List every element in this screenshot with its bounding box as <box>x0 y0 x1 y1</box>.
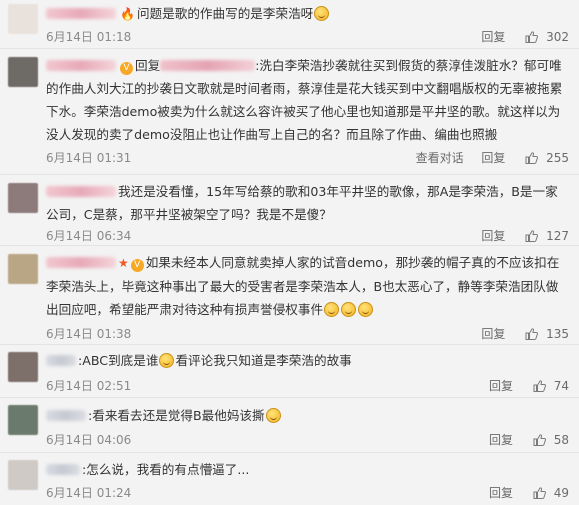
like-count: 255 <box>546 151 569 165</box>
comment-item: :看来看去还是觉得B最他妈该撕 6月14日 04:06 回复 58 <box>0 398 579 453</box>
thumbs-up-icon[interactable] <box>525 152 539 164</box>
comment-date: 6月14日 01:38 <box>46 327 132 341</box>
verified-badge-icon: V <box>120 62 133 75</box>
comment-date: 6月14日 06:34 <box>46 229 132 243</box>
comment-item: 我还是没看懂，15年写给蔡的歌和03年平井坚的歌像，那A是李荣浩，B是一家公司，… <box>0 175 579 246</box>
comment-item: :ABC到底是谁 看评论我只知道是李荣浩的故事 6月14日 02:51 回复 74 <box>0 345 579 398</box>
reply-button[interactable]: 回复 <box>481 229 505 243</box>
comment-meta: 6月14日 02:51 回复 74 <box>46 378 569 394</box>
username-blurred[interactable] <box>46 257 116 268</box>
comment-date: 6月14日 02:51 <box>46 379 132 393</box>
comment-meta: 6月14日 06:34 回复 127 <box>46 228 569 244</box>
comment-body: 🔥 问题是歌的作曲写的是李荣浩呀 <box>46 4 569 24</box>
smiley-emoji-icon <box>159 353 175 368</box>
reply-button[interactable]: 回复 <box>481 151 505 165</box>
avatar[interactable] <box>8 460 38 490</box>
comment-meta: 6月14日 01:31 查看对话 回复 255 <box>46 150 569 166</box>
like-count: 135 <box>546 327 569 341</box>
comment-body: ★ V 如果未经本人同意就卖掉人家的试音demo，那抄袭的帽子真的不应该扣在李荣浩头… <box>46 251 569 321</box>
username-blurred[interactable] <box>46 410 86 421</box>
reply-prefix: 回复 <box>135 58 161 73</box>
comment-meta: 6月14日 01:38 回复 135 <box>46 326 569 342</box>
avatar[interactable] <box>8 4 38 34</box>
like-count: 74 <box>553 379 569 393</box>
like-count: 58 <box>553 433 569 447</box>
comment-text: :ABC到底是谁 <box>78 353 159 368</box>
fire-icon: 🔥 <box>120 7 135 21</box>
verified-badge-icon: V <box>130 259 144 272</box>
comment-meta: 6月14日 01:24 回复 49 <box>46 485 569 501</box>
reply-target-blurred[interactable] <box>160 60 256 71</box>
comment-date: 6月14日 04:06 <box>46 433 132 447</box>
comment-text: :看来看去还是觉得B最他妈该撕 <box>88 408 265 423</box>
smiley-emoji-icon <box>314 6 330 21</box>
username-blurred[interactable] <box>46 186 116 197</box>
avatar[interactable] <box>8 57 38 87</box>
smiley-emoji-icon <box>265 408 281 423</box>
comment-date: 6月14日 01:18 <box>46 30 132 44</box>
comment-item: V 回复:洗白李荣浩抄袭就往买到假货的蔡淳佳泼脏水？郁可唯的作曲人刘大江的抄袭日文… <box>0 49 579 175</box>
comment-item: :怎么说，我看的有点懵逼了... 6月14日 01:24 回复 49 <box>0 453 579 505</box>
like-count: 127 <box>546 229 569 243</box>
avatar[interactable] <box>8 254 38 284</box>
star-badge-icon: ★ <box>118 256 129 270</box>
avatar[interactable] <box>8 405 38 435</box>
reply-button[interactable]: 回复 <box>489 486 513 500</box>
reply-button[interactable]: 回复 <box>481 30 505 44</box>
username-blurred[interactable] <box>46 355 76 366</box>
comment-item: ★ V 如果未经本人同意就卖掉人家的试音demo，那抄袭的帽子真的不应该扣在李荣浩头… <box>0 246 579 345</box>
thumbs-up-icon[interactable] <box>533 434 546 446</box>
comment-body: :ABC到底是谁 看评论我只知道是李荣浩的故事 <box>46 351 569 371</box>
thumbs-up-icon[interactable] <box>525 328 539 340</box>
comment-date: 6月14日 01:31 <box>46 151 132 165</box>
thumbs-up-icon[interactable] <box>525 230 539 242</box>
comment-body: :看来看去还是觉得B最他妈该撕 <box>46 406 569 426</box>
comment-body: V 回复:洗白李荣浩抄袭就往买到假货的蔡淳佳泼脏水？郁可唯的作曲人刘大江的抄袭日文… <box>46 54 569 146</box>
thumbs-up-icon[interactable] <box>533 380 546 392</box>
comment-text: :怎么说，我看的有点懵逼了... <box>82 462 250 477</box>
username-blurred[interactable] <box>46 60 116 71</box>
reply-button[interactable]: 回复 <box>489 433 513 447</box>
comment-meta: 6月14日 04:06 回复 58 <box>46 432 569 448</box>
comment-meta: 6月14日 01:18 回复 302 <box>46 29 569 45</box>
reply-button[interactable]: 回复 <box>489 379 513 393</box>
comment-body: 我还是没看懂，15年写给蔡的歌和03年平井坚的歌像，那A是李荣浩，B是一家公司，… <box>46 180 569 226</box>
comment-body: :怎么说，我看的有点懵逼了... <box>46 460 569 480</box>
thumbs-up-icon[interactable] <box>525 31 539 43</box>
username-blurred[interactable] <box>46 8 116 19</box>
view-conversation-link[interactable]: 查看对话 <box>416 151 464 165</box>
username-blurred[interactable] <box>46 464 80 475</box>
like-count: 302 <box>546 30 569 44</box>
avatar[interactable] <box>8 183 38 213</box>
comment-date: 6月14日 01:24 <box>46 486 132 500</box>
comment-item: 🔥 问题是歌的作曲写的是李荣浩呀 6月14日 01:18 回复 302 <box>0 0 579 49</box>
thumbs-up-icon[interactable] <box>533 487 546 499</box>
comment-text: 我还是没看懂，15年写给蔡的歌和03年平井坚的歌像，那A是李荣浩，B是一家公司，… <box>46 184 558 222</box>
reply-button[interactable]: 回复 <box>481 327 505 341</box>
smiley-emoji-icon <box>341 302 357 317</box>
smiley-emoji-icon <box>324 302 340 317</box>
smiley-emoji-icon <box>358 302 374 317</box>
like-count: 49 <box>553 486 569 500</box>
avatar[interactable] <box>8 352 38 382</box>
comment-feed: 🔥 问题是歌的作曲写的是李荣浩呀 6月14日 01:18 回复 302 V 回复:洗… <box>0 0 579 505</box>
comment-text: 问题是歌的作曲写的是李荣浩呀 <box>136 6 314 21</box>
comment-text-continued: 看评论我只知道是李荣浩的故事 <box>175 353 352 368</box>
